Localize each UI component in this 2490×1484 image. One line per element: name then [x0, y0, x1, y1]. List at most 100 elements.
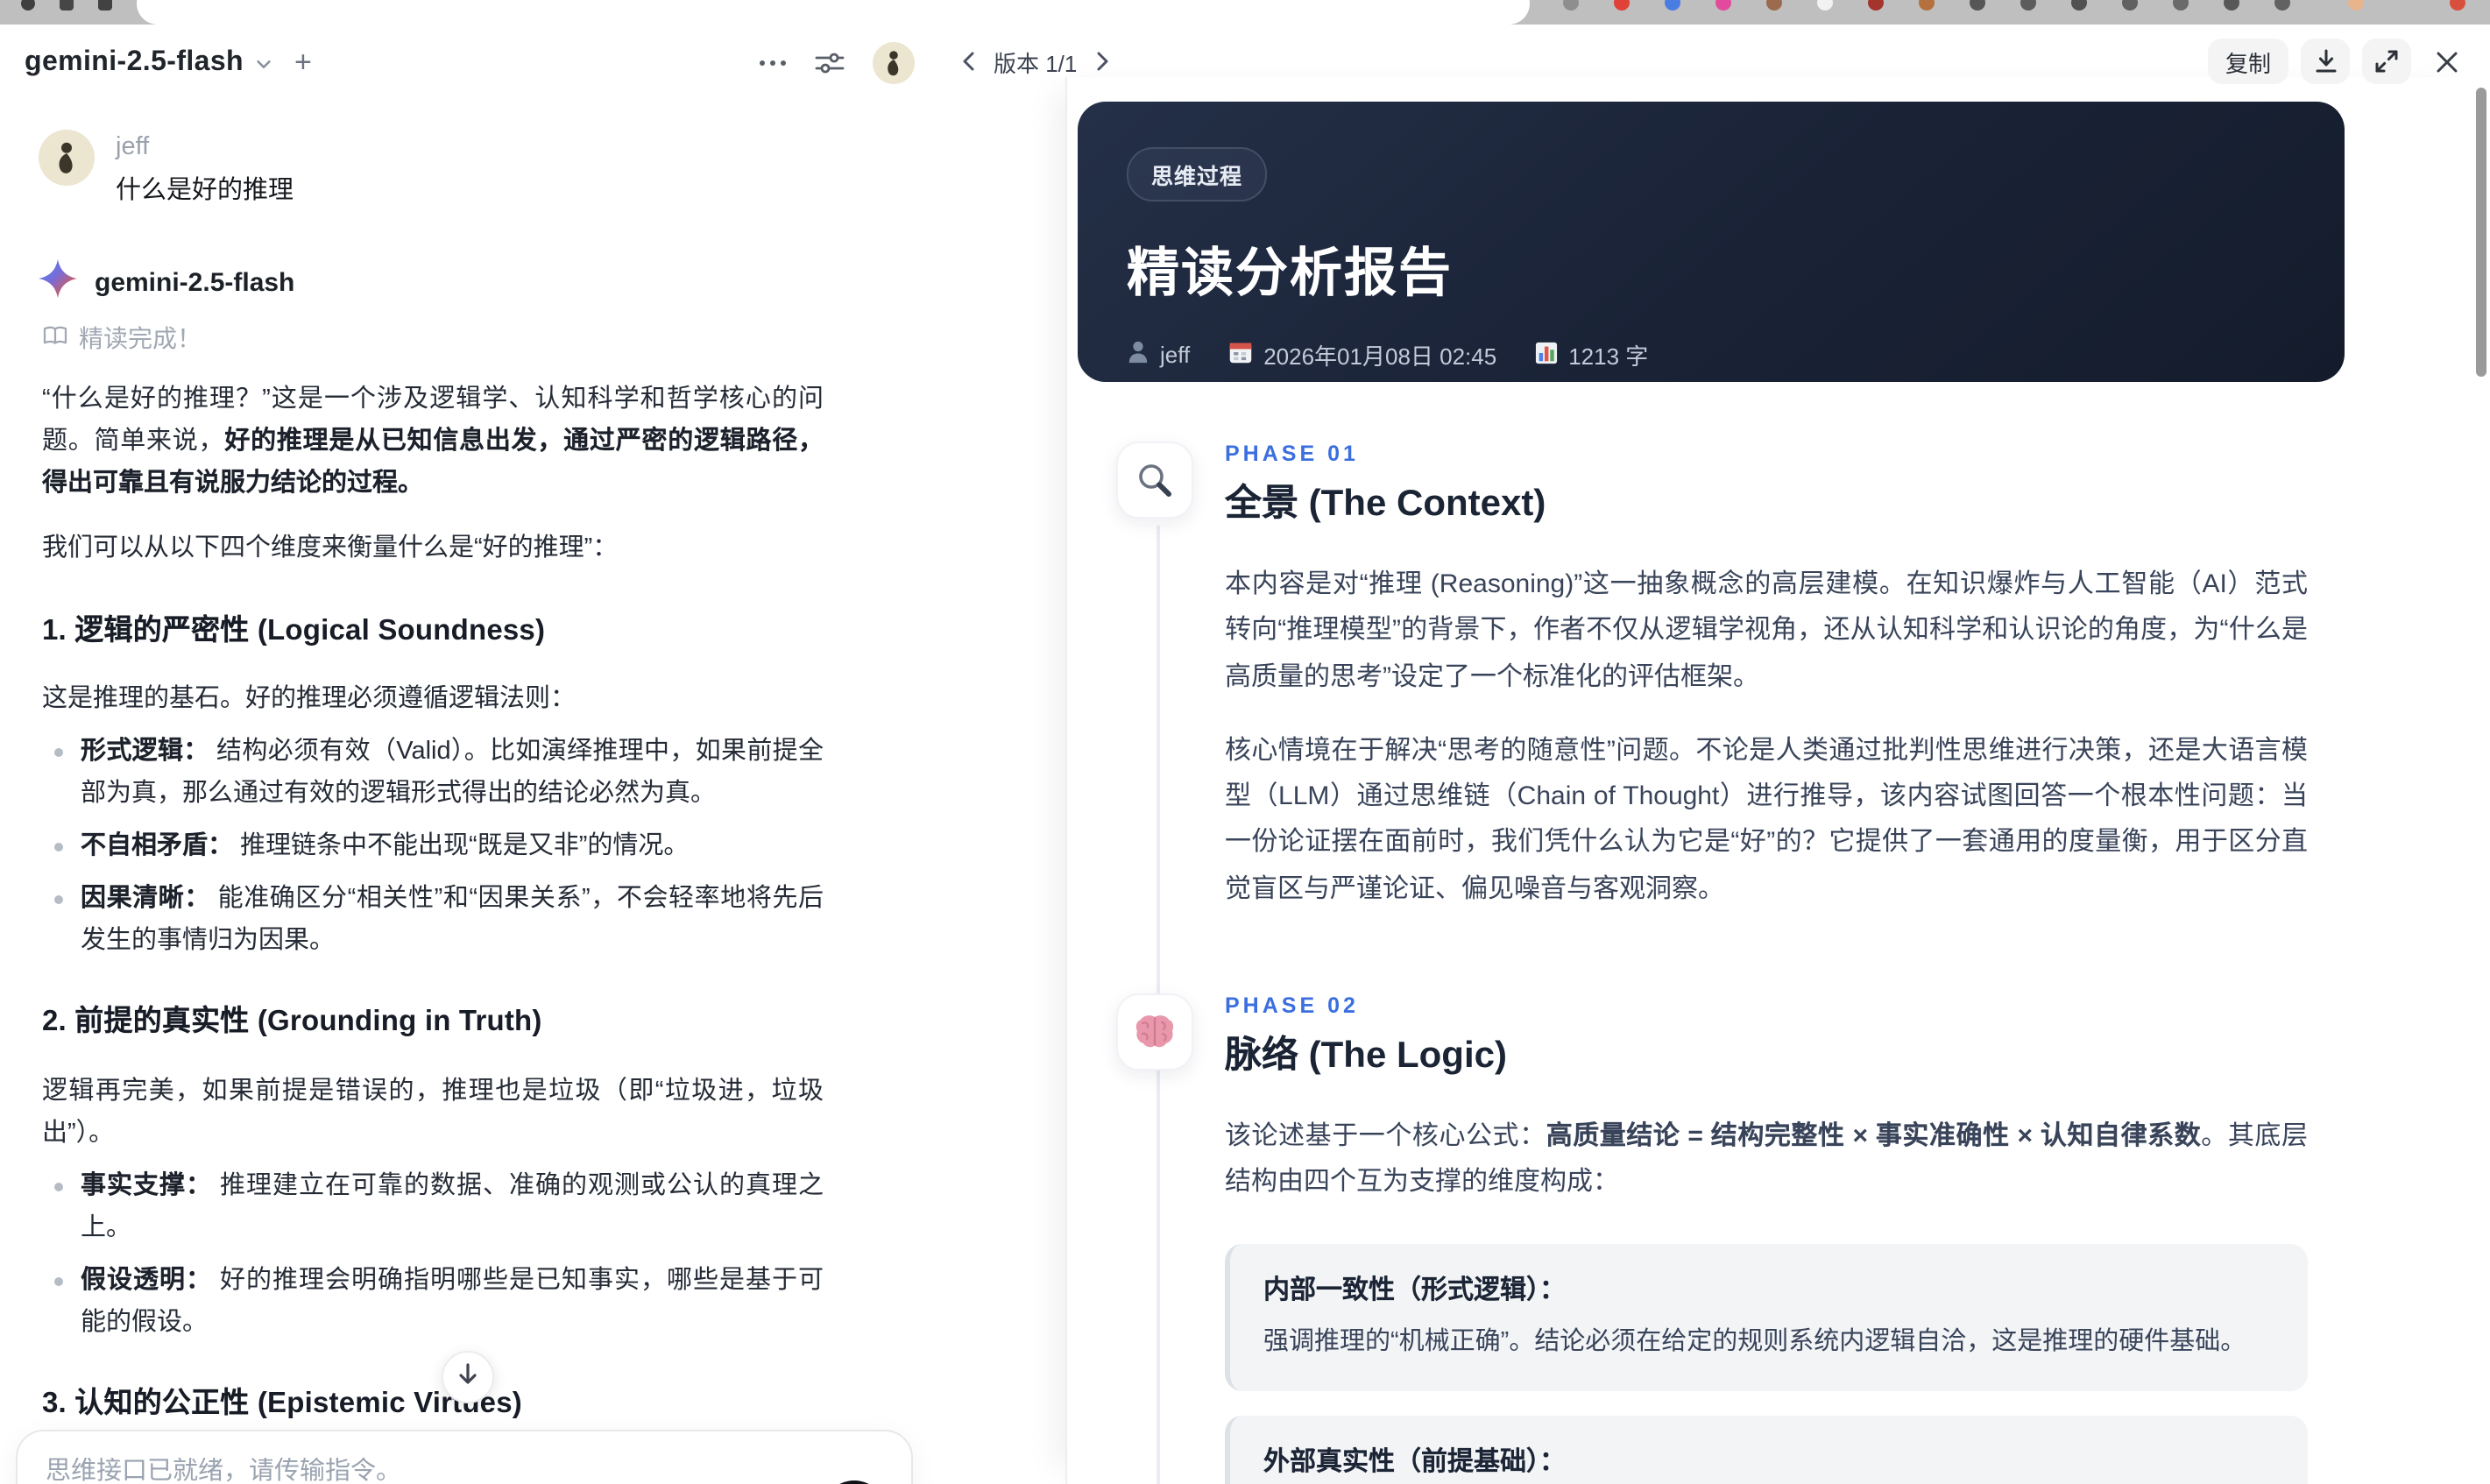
bullet-list: 事实支撑： 推理建立在可靠的数据、准确的观测或公认的真理之上。 假设透明： 好的…: [42, 1165, 824, 1345]
phase-label: PHASE 02: [1225, 993, 1359, 1018]
logic-box-title: 内部一致性（形式逻辑）：: [1263, 1276, 1567, 1306]
open-book-icon: [42, 325, 68, 353]
assistant-name: gemini-2.5-flash: [95, 268, 295, 299]
report-hero-card: 思维过程 精读分析报告 jeff 2026年01月08日 02:45 1213 …: [1078, 102, 2345, 382]
paragraph: 本内容是对“推理 (Reasoning)”这一抽象概念的高层建模。在知识爆炸与人…: [1225, 569, 2308, 691]
paragraph: 我们可以从以下四个维度来衡量什么是“好的推理”：: [42, 534, 619, 563]
arrow-down-icon: [456, 1360, 480, 1394]
extension-icon[interactable]: [2122, 0, 2138, 11]
browser-tab-icon[interactable]: [60, 0, 74, 11]
chevron-down-icon[interactable]: [254, 53, 273, 73]
brain-icon: [1116, 993, 1193, 1071]
meta-word-count: 1213 字: [1535, 338, 1648, 371]
chat-messages[interactable]: jeff 什么是好的推理 gemini-2.5-flash 精读完成！ “什么是…: [0, 102, 939, 1484]
bar-chart-icon: [1535, 341, 1558, 369]
extension-icon[interactable]: [1766, 0, 1782, 11]
paragraph: 该论述基于一个核心公式：高质量结论 = 结构完整性 × 事实准确性 × 认知自律…: [1225, 1120, 2308, 1198]
close-icon[interactable]: [2423, 50, 2469, 73]
extension-icon[interactable]: [1970, 0, 1985, 11]
extension-icon[interactable]: [1817, 0, 1833, 11]
person-icon: [1127, 340, 1150, 370]
list-item: 形式逻辑： 结构必须有效（Valid）。比如演绎推理中，如果前提全部为真，那么通…: [42, 731, 824, 815]
browser-menu-icon[interactable]: [98, 0, 112, 11]
chevron-left-icon[interactable]: [960, 51, 978, 72]
extension-icon[interactable]: [1665, 0, 1680, 11]
paragraph: “什么是好的推理？”这是一个涉及逻辑学、认知科学和哲学核心的问题。简单来说，好的…: [42, 385, 824, 498]
assistant-message: gemini-2.5-flash 精读完成！ “什么是好的推理？”这是一个涉及逻…: [39, 259, 894, 1484]
extension-icon[interactable]: [2274, 0, 2290, 11]
report-meta: jeff 2026年01月08日 02:45 1213 字: [1127, 338, 2295, 371]
user-avatar[interactable]: [873, 42, 915, 84]
browser-toolbar: [0, 0, 2490, 25]
browser-back-icon[interactable]: [21, 0, 35, 11]
chat-panel: gemini-2.5-flash + jeff 什么是好的推理 gemini-2…: [0, 25, 939, 1484]
chevron-right-icon[interactable]: [1093, 51, 1110, 72]
logic-box: 外部真实性（前提基础）： 强调推理的“经验校准”。解决“GIGO（垃圾进，垃圾出…: [1225, 1416, 2308, 1484]
calendar-icon: [1228, 340, 1253, 370]
app-window: gemini-2.5-flash + jeff 什么是好的推理 gemini-2…: [0, 25, 2490, 1484]
hero-badge: 思维过程: [1127, 147, 1268, 201]
new-chat-button[interactable]: +: [294, 46, 312, 81]
magnifier-icon: [1116, 442, 1193, 519]
extension-icon[interactable]: [1715, 0, 1731, 11]
section-heading: 2. 前提的真实性 (Grounding in Truth): [42, 1006, 542, 1038]
settings-sliders-icon[interactable]: [815, 51, 845, 75]
extension-icon[interactable]: [1868, 0, 1884, 11]
copy-button[interactable]: 复制: [2207, 39, 2288, 84]
report-title: 精读分析报告: [1127, 245, 1453, 303]
expand-fullscreen-button[interactable]: [2362, 39, 2411, 84]
list-item: 因果清晰： 能准确区分“相关性”和“因果关系”，不会轻率地将先后发生的事情归为因…: [42, 878, 824, 962]
extension-icon[interactable]: [2071, 0, 2087, 11]
download-button[interactable]: [2301, 39, 2350, 84]
artifact-panel: 版本 1/1 复制 思维过程 精读分析报告 jeff 2026年01月08日 0…: [939, 25, 2490, 1484]
meta-date: 2026年01月08日 02:45: [1228, 338, 1496, 371]
section-heading: 3. 认知的公正性 (Epistemic Virtues): [42, 1388, 522, 1420]
assistant-status-text: 精读完成！: [79, 324, 202, 353]
screen: gemini-2.5-flash + jeff 什么是好的推理 gemini-2…: [0, 0, 2490, 1484]
list-item: 假设透明： 好的推理会明确指明哪些是已知事实，哪些是基于可能的假设。: [42, 1260, 824, 1344]
phase-title: 全景 (The Context): [1225, 484, 1546, 524]
extension-icon[interactable]: [1614, 0, 1630, 11]
message-input-card: [16, 1430, 913, 1484]
phase-title: 脉络 (The Logic): [1225, 1035, 1507, 1076]
artifact-header: 版本 1/1 复制: [939, 25, 2490, 98]
section-heading: 1. 逻辑的严密性 (Logical Soundness): [42, 614, 546, 647]
user-message-text: 什么是好的推理: [116, 177, 294, 206]
phase-label: PHASE 01: [1225, 442, 1359, 466]
extension-icon[interactable]: [2173, 0, 2189, 11]
more-options-icon[interactable]: [759, 60, 787, 67]
address-bar[interactable]: [137, 0, 1530, 25]
phase-2-section: PHASE 02 脉络 (The Logic) 该论述基于一个核心公式：高质量结…: [1116, 993, 2308, 1484]
paragraph: 核心情境在于解决“思考的随意性”问题。不论是人类通过批判性思维进行决策，还是大语…: [1225, 735, 2308, 904]
assistant-status: 精读完成！: [42, 322, 894, 357]
list-item: 事实支撑： 推理建立在可靠的数据、准确的观测或公认的真理之上。: [42, 1165, 824, 1249]
logic-box: 内部一致性（形式逻辑）： 强调推理的“机械正确”。结论必须在给定的规则系统内逻辑…: [1225, 1244, 2308, 1392]
meta-author: jeff: [1127, 340, 1190, 370]
model-selector[interactable]: gemini-2.5-flash: [25, 47, 244, 79]
artifact-document[interactable]: 思维过程 精读分析报告 jeff 2026年01月08日 02:45 1213 …: [1065, 77, 2490, 1484]
scrollbar-thumb[interactable]: [2476, 88, 2486, 377]
version-nav: 版本 1/1: [960, 45, 1110, 78]
extension-icon[interactable]: [1563, 0, 1579, 11]
bullet-list: 形式逻辑： 结构必须有效（Valid）。比如演绎推理中，如果前提全部为真，那么通…: [42, 731, 824, 963]
phase-1-section: PHASE 01 全景 (The Context) 本内容是对“推理 (Reas…: [1116, 442, 2308, 913]
logic-box-title: 外部真实性（前提基础）：: [1263, 1447, 1567, 1478]
scroll-to-bottom-button[interactable]: [442, 1351, 494, 1403]
message-input[interactable]: [46, 1458, 852, 1484]
gemini-star-icon: [39, 259, 77, 307]
extension-icon[interactable]: [1919, 0, 1935, 11]
assistant-markdown: “什么是好的推理？”这是一个涉及逻辑学、认知科学和哲学核心的问题。简单来说，好的…: [42, 379, 824, 1484]
extension-icon[interactable]: [2020, 0, 2036, 11]
section-lead: 逻辑再完美，如果前提是错误的，推理也是垃圾（即“垃圾进，垃圾出”）。: [42, 1077, 824, 1148]
extension-icon[interactable]: [2224, 0, 2239, 11]
logic-boxes: 内部一致性（形式逻辑）： 强调推理的“机械正确”。结论必须在给定的规则系统内逻辑…: [1225, 1244, 2308, 1484]
user-name: jeff: [116, 133, 150, 161]
phase-body: 本内容是对“推理 (Reasoning)”这一抽象概念的高层建模。在知识爆炸与人…: [1225, 562, 2308, 913]
user-message: jeff 什么是好的推理: [39, 130, 894, 208]
profile-avatar-icon[interactable]: [2348, 0, 2364, 11]
extension-icon[interactable]: [2450, 0, 2465, 11]
list-item: 不自相矛盾： 推理链条中不能出现“既是又非”的情况。: [42, 825, 824, 867]
section-lead: 这是推理的基石。好的推理必须遵循逻辑法则：: [42, 684, 576, 713]
report-timeline: PHASE 01 全景 (The Context) 本内容是对“推理 (Reas…: [1078, 442, 2308, 1484]
version-label: 版本 1/1: [994, 50, 1078, 76]
